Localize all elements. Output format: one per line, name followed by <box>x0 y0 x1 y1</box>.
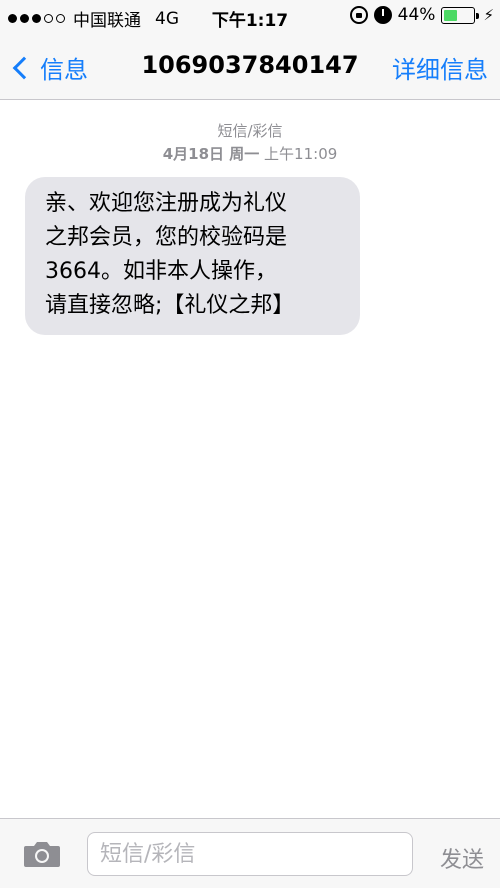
message-line: 之邦会员，您的校验码是 <box>45 225 288 250</box>
alarm-icon <box>373 6 392 24</box>
send-button[interactable]: 发送 <box>440 842 484 874</box>
message-timestamp: 4月18日 周一 上午11:09 <box>0 143 500 164</box>
message-input[interactable] <box>87 832 413 876</box>
message-type-label: 短信/彩信 <box>217 122 283 140</box>
message-time: 上午11:09 <box>264 145 338 163</box>
battery-percent: 44% <box>397 5 436 25</box>
charging-icon: ⚡ <box>483 6 494 24</box>
message-line: 请直接忽略;【礼仪之邦】 <box>45 293 295 318</box>
battery-icon <box>441 6 480 24</box>
battery-level <box>444 9 457 21</box>
message-line: 亲、欢迎您注册成为礼仪 <box>45 191 288 216</box>
status-right: 44% ⚡ <box>349 5 494 25</box>
message-date: 4月18日 周一 <box>162 145 260 163</box>
navigation-bar: 信息 1069037840147 详细信息 <box>0 34 500 100</box>
message-composer: 发送 <box>0 818 500 888</box>
details-button[interactable]: 详细信息 <box>392 50 488 85</box>
message-line: 3664。如非本人操作， <box>45 259 277 284</box>
rotation-lock-icon <box>349 6 368 24</box>
camera-icon[interactable] <box>22 839 62 869</box>
incoming-message-bubble[interactable]: 亲、欢迎您注册成为礼仪 之邦会员，您的校验码是 3664。如非本人操作， 请直接… <box>25 177 360 335</box>
status-bar: 中国联通 4G 下午1:17 44% ⚡ <box>0 0 500 34</box>
